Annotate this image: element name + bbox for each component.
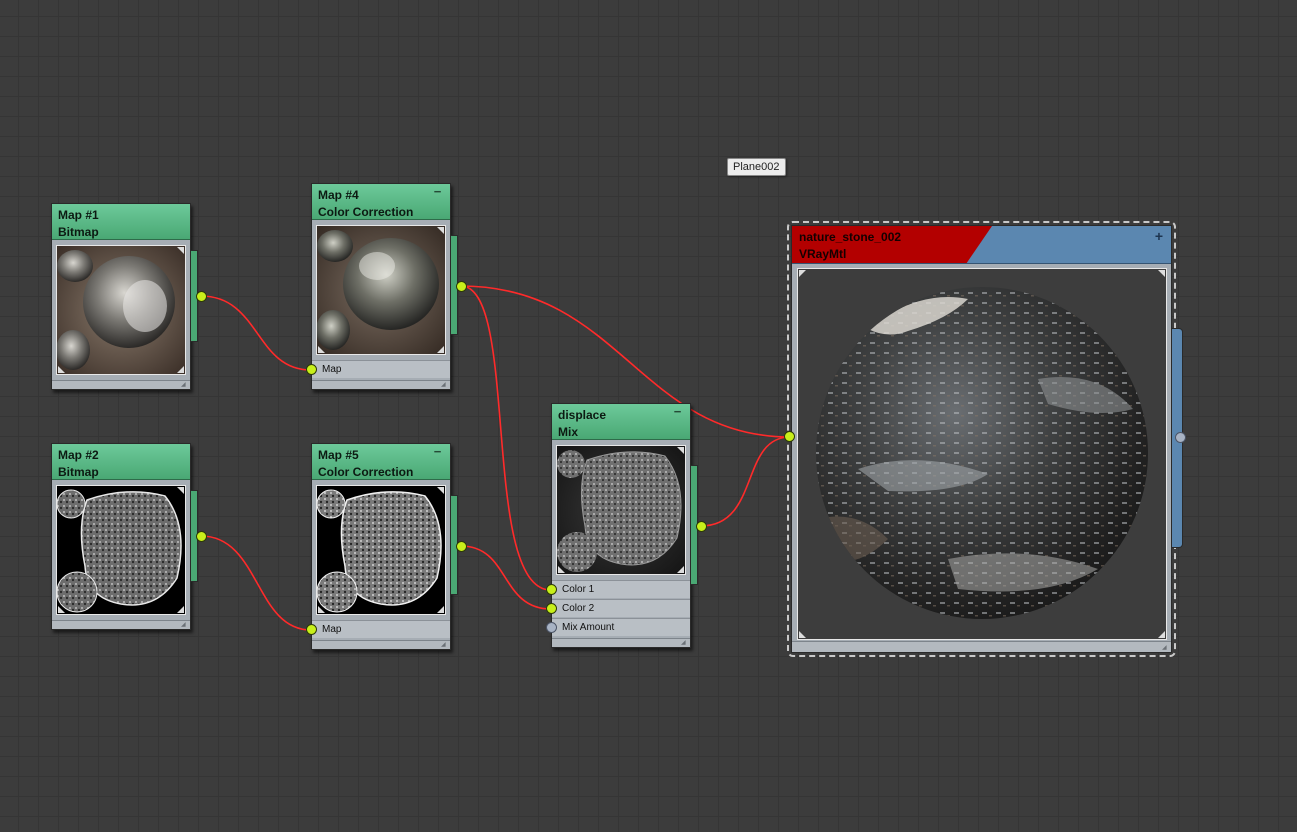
input-label: Mix Amount [562,622,615,633]
node-map4-color-correction[interactable]: Map #4 Color Correction − Map ◢ [311,183,451,390]
node-name: Map #5 [318,448,359,462]
node-type: Bitmap [58,465,99,479]
wire-mix-to-material [700,436,791,527]
input-label: Color 1 [562,584,595,595]
resize-grip-icon[interactable]: ◢ [681,640,689,646]
map-preview-thumbnail [316,485,446,615]
node-footer: ◢ [552,638,690,647]
material-name: nature_stone_002 [799,230,902,244]
input-row-color1[interactable]: Color 1 [552,580,690,598]
input-socket-mix-color1[interactable] [546,584,557,595]
input-socket-mix-color2[interactable] [546,603,557,614]
node-type: Bitmap [58,225,99,239]
output-socket-map4[interactable] [456,281,467,292]
input-row-color2[interactable]: Color 2 [552,599,690,617]
material-preview-sphere [797,268,1167,640]
node-header[interactable]: Map #1 Bitmap [52,204,190,240]
input-socket-material[interactable] [784,431,795,442]
node-header[interactable]: Map #5 Color Correction − [312,444,450,480]
map-preview-thumbnail [556,445,686,575]
input-row-map[interactable]: Map [312,360,450,378]
input-row-mix-amount[interactable]: Mix Amount [552,618,690,636]
resize-grip-icon[interactable]: ◢ [441,382,449,388]
collapse-icon[interactable]: − [433,185,442,198]
node-header[interactable]: Map #2 Bitmap [52,444,190,480]
map-preview-thumbnail [56,245,186,375]
node-name: Map #1 [58,208,99,222]
node-header[interactable]: displace Mix − [552,404,690,440]
node-name: Map #4 [318,188,359,202]
material-header[interactable]: nature_stone_002 VRayMtl + [792,226,1171,264]
node-footer: ◢ [52,380,190,389]
expand-icon[interactable]: + [1155,228,1163,245]
map-preview-thumbnail [316,225,446,355]
node-footer: ◢ [792,641,1171,652]
node-footer: ◢ [312,640,450,649]
node-type: Color Correction [318,205,414,219]
wire-map4-to-mix-color1 [460,285,552,591]
object-name-label: Plane002 [727,158,786,176]
wire-map5-to-mix-color2 [460,545,552,610]
resize-grip-icon[interactable]: ◢ [441,642,449,648]
material-type: VRayMtl [799,247,847,261]
input-socket-mix-amount[interactable] [546,622,557,633]
node-footer: ◢ [52,620,190,629]
output-socket-map2[interactable] [196,531,207,542]
node-map5-color-correction[interactable]: Map #5 Color Correction − Map ◢ [311,443,451,650]
input-label: Map [322,624,342,635]
node-type: Color Correction [318,465,414,479]
resize-grip-icon[interactable]: ◢ [1162,645,1170,651]
input-socket-map4-map[interactable] [306,364,317,375]
wire-map1-to-map4 [200,295,312,371]
collapse-icon[interactable]: − [673,405,682,418]
node-name: Map #2 [58,448,99,462]
input-row-map[interactable]: Map [312,620,450,638]
node-name: displace [558,408,607,422]
node-map1-bitmap[interactable]: Map #1 Bitmap ◢ [51,203,191,390]
node-material-vraymtl[interactable]: nature_stone_002 VRayMtl + ◢ [791,225,1172,653]
resize-grip-icon[interactable]: ◢ [181,382,189,388]
output-socket-material[interactable] [1175,432,1186,443]
output-socket-mix[interactable] [696,521,707,532]
output-socket-map5[interactable] [456,541,467,552]
map-preview-thumbnail [56,485,186,615]
node-header[interactable]: Map #4 Color Correction − [312,184,450,220]
output-socket-map1[interactable] [196,291,207,302]
collapse-icon[interactable]: − [433,445,442,458]
input-label: Map [322,364,342,375]
node-displace-mix[interactable]: displace Mix − Color 1 Color 2 Mix Amoun… [551,403,691,648]
node-footer: ◢ [312,380,450,389]
input-socket-map5-map[interactable] [306,624,317,635]
wire-map2-to-map5 [200,535,312,631]
node-map2-bitmap[interactable]: Map #2 Bitmap ◢ [51,443,191,630]
node-type: Mix [558,425,579,439]
resize-grip-icon[interactable]: ◢ [181,622,189,628]
input-label: Color 2 [562,603,595,614]
